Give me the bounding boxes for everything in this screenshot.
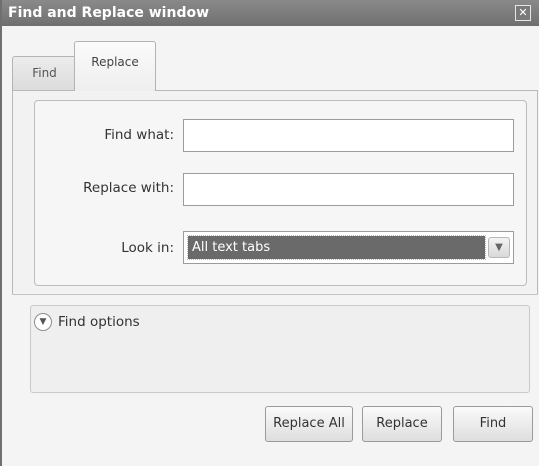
chevron-down-icon[interactable]: ▼ [488,237,510,258]
tab-find[interactable]: Find [12,56,77,90]
look-in-select[interactable]: All text tabs ▼ [183,231,514,264]
chevron-down-circle-icon[interactable]: ▼ [34,313,52,331]
replace-all-button[interactable]: Replace All [265,406,353,442]
look-in-selected-value: All text tabs [187,235,486,260]
section-divider [12,294,538,295]
tab-find-label: Find [32,66,57,80]
close-icon[interactable]: ✕ [515,5,531,21]
find-what-label: Find what: [104,127,174,143]
title-bar[interactable]: Find and Replace window ✕ [2,0,539,26]
replace-with-label: Replace with: [83,180,174,196]
tab-replace-label: Replace [91,55,139,69]
find-button[interactable]: Find [453,406,533,442]
replace-with-input[interactable] [183,173,514,206]
tab-replace[interactable]: Replace [74,41,156,91]
replace-button[interactable]: Replace [362,406,442,442]
look-in-label: Look in: [121,240,174,256]
window-title: Find and Replace window [8,5,210,21]
find-what-input[interactable] [183,119,514,152]
find-options-label[interactable]: Find options [58,314,140,330]
find-replace-window: Find and Replace window ✕ Find Replace F… [0,0,539,466]
